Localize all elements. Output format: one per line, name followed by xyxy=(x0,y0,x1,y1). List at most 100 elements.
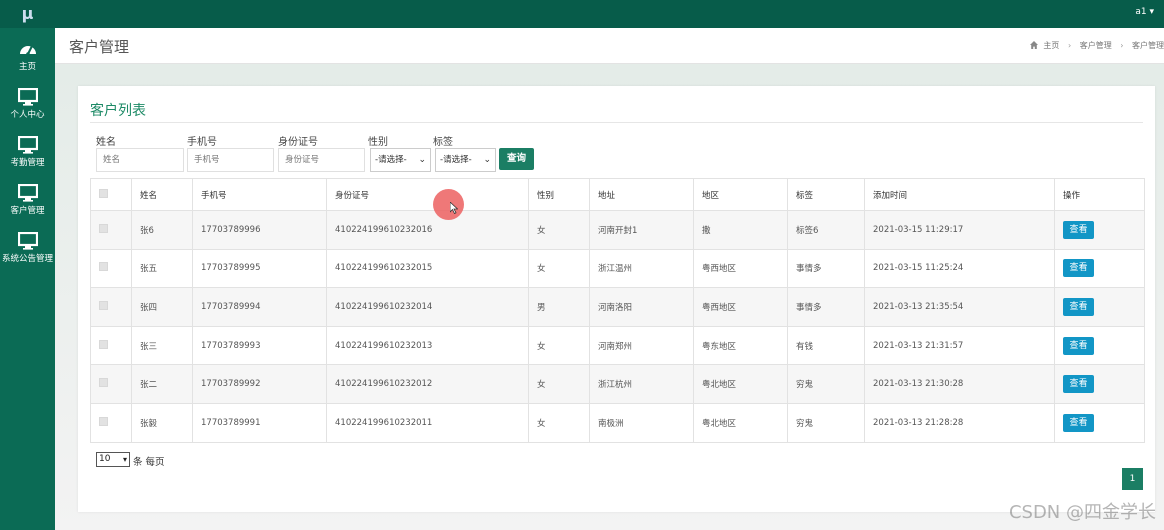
cell-address: 河南洛阳 xyxy=(589,287,694,327)
dashboard-icon xyxy=(19,45,36,56)
row-checkbox[interactable] xyxy=(99,339,108,349)
column-header-gender[interactable]: 性别 xyxy=(528,178,590,211)
sidebar-item-label: 系统公告管理 xyxy=(1,254,53,264)
cell-address: 南极洲 xyxy=(589,402,694,443)
sidebar-item-customers[interactable]: 客户管理 xyxy=(0,178,55,226)
cell-name: 张毅 xyxy=(131,402,193,443)
sidebar-item-home[interactable]: 主页 xyxy=(0,34,55,82)
column-header-address[interactable]: 地址 xyxy=(589,178,694,211)
phone-label: 手机号 xyxy=(187,137,217,148)
cell-region: 撒 xyxy=(693,210,788,250)
column-header-id-number[interactable]: 身份证号 xyxy=(326,178,529,211)
row-select-cell xyxy=(90,210,132,250)
table-header-row: 姓名 手机号 身份证号 性别 地址 地区 标签 添加时间 操作 xyxy=(90,178,1145,211)
column-header-region[interactable]: 地区 xyxy=(693,178,788,211)
cell-id-number: 410224199610232012 xyxy=(326,364,529,404)
id-number-label: 身份证号 xyxy=(278,137,318,148)
cell-gender: 女 xyxy=(528,325,590,366)
breadcrumb-home[interactable]: 主页 xyxy=(1043,40,1059,51)
table-row: 张毅 17703789991 410224199610232011 女 南极洲 … xyxy=(90,402,1145,443)
cell-time: 2021-03-13 21:35:54 xyxy=(864,287,1055,327)
sidebar-item-label: 客户管理 xyxy=(10,206,45,216)
cell-tag: 事情多 xyxy=(787,248,865,289)
cell-time: 2021-03-15 11:25:24 xyxy=(864,248,1055,289)
sidebar-item-profile[interactable]: 个人中心 xyxy=(0,82,55,130)
page-header: 客户管理 主页 › 客户管理 › 客户管理 xyxy=(55,28,1164,64)
breadcrumb-item[interactable]: 客户管理 xyxy=(1080,40,1112,51)
select-all-checkbox[interactable] xyxy=(99,188,108,198)
user-menu[interactable]: a1 ▾ xyxy=(1135,0,1154,28)
page-button-current[interactable]: 1 xyxy=(1122,468,1143,490)
gender-label: 性别 xyxy=(368,137,388,148)
id-number-input[interactable] xyxy=(278,148,365,172)
cell-tag: 穷鬼 xyxy=(787,364,865,404)
row-checkbox[interactable] xyxy=(99,300,108,310)
row-checkbox[interactable] xyxy=(99,378,108,388)
view-button[interactable]: 查看 xyxy=(1063,375,1094,394)
cell-id-number: 410224199610232016 xyxy=(326,210,529,250)
chevron-down-icon: ▾ xyxy=(122,455,127,464)
row-checkbox[interactable] xyxy=(99,223,108,233)
sidebar-item-attendance[interactable]: 考勤管理 xyxy=(0,130,55,178)
cell-time: 2021-03-13 21:31:57 xyxy=(864,325,1055,366)
cell-gender: 女 xyxy=(528,248,590,289)
cell-phone: 17703789996 xyxy=(192,210,327,250)
cell-tag: 穷鬼 xyxy=(787,402,865,443)
name-input[interactable] xyxy=(96,148,184,172)
top-bar: μ a1 ▾ xyxy=(0,0,1164,28)
app-logo[interactable]: μ xyxy=(0,0,55,28)
view-button[interactable]: 查看 xyxy=(1063,259,1094,278)
column-header-phone[interactable]: 手机号 xyxy=(192,178,327,211)
monitor-icon xyxy=(17,136,38,154)
breadcrumb-separator: › xyxy=(1120,41,1124,50)
row-select-cell xyxy=(90,325,132,366)
page-size-value: 10 xyxy=(99,454,111,464)
cell-actions: 查看 xyxy=(1054,210,1145,250)
cell-time: 2021-03-13 21:28:28 xyxy=(864,402,1055,443)
monitor-icon xyxy=(17,232,38,250)
home-icon xyxy=(1029,41,1038,49)
cell-actions: 查看 xyxy=(1054,402,1145,443)
sidebar-item-label: 个人中心 xyxy=(10,110,45,120)
phone-input[interactable] xyxy=(187,148,274,172)
cell-gender: 男 xyxy=(528,287,590,327)
monitor-icon xyxy=(17,88,38,106)
panel-title: 客户列表 xyxy=(90,103,146,119)
row-checkbox[interactable] xyxy=(99,416,108,426)
name-label: 姓名 xyxy=(96,137,116,148)
cell-id-number: 410224199610232013 xyxy=(326,325,529,366)
cell-phone: 17703789995 xyxy=(192,248,327,289)
monitor-icon xyxy=(17,184,38,202)
sidebar-item-announcements[interactable]: 系统公告管理 xyxy=(0,226,55,274)
chevron-down-icon: ⌄ xyxy=(418,155,426,165)
view-button[interactable]: 查看 xyxy=(1063,336,1094,355)
cell-tag: 标签6 xyxy=(787,210,865,250)
search-button[interactable]: 查询 xyxy=(499,148,534,170)
cell-actions: 查看 xyxy=(1054,325,1145,366)
tag-select-value: -请选择- xyxy=(440,155,472,165)
cell-phone: 17703789994 xyxy=(192,287,327,327)
column-header-tag[interactable]: 标签 xyxy=(787,178,865,211)
cell-region: 粤北地区 xyxy=(693,402,788,443)
column-header-name[interactable]: 姓名 xyxy=(131,178,193,211)
row-select-cell xyxy=(90,402,132,443)
page-size-select[interactable]: 10 ▾ xyxy=(96,452,130,467)
tag-label: 标签 xyxy=(433,137,453,148)
view-button[interactable]: 查看 xyxy=(1063,413,1094,432)
table-row: 张6 17703789996 410224199610232016 女 河南开封… xyxy=(90,210,1145,250)
cell-region: 粤东地区 xyxy=(693,325,788,366)
view-button[interactable]: 查看 xyxy=(1063,220,1094,239)
cell-time: 2021-03-13 21:30:28 xyxy=(864,364,1055,404)
column-header-time[interactable]: 添加时间 xyxy=(864,178,1055,211)
cell-address: 浙江温州 xyxy=(589,248,694,289)
breadcrumb-current: 客户管理 xyxy=(1132,41,1164,50)
row-checkbox[interactable] xyxy=(99,262,108,272)
table-row: 张五 17703789995 410224199610232015 女 浙江温州… xyxy=(90,248,1145,289)
view-button[interactable]: 查看 xyxy=(1063,297,1094,316)
cell-tag: 事情多 xyxy=(787,287,865,327)
gender-select[interactable]: -请选择- ⌄ xyxy=(370,148,431,172)
tag-select[interactable]: -请选择- ⌄ xyxy=(435,148,496,172)
cell-phone: 17703789991 xyxy=(192,402,327,443)
cell-tag: 有钱 xyxy=(787,325,865,366)
cell-actions: 查看 xyxy=(1054,364,1145,404)
